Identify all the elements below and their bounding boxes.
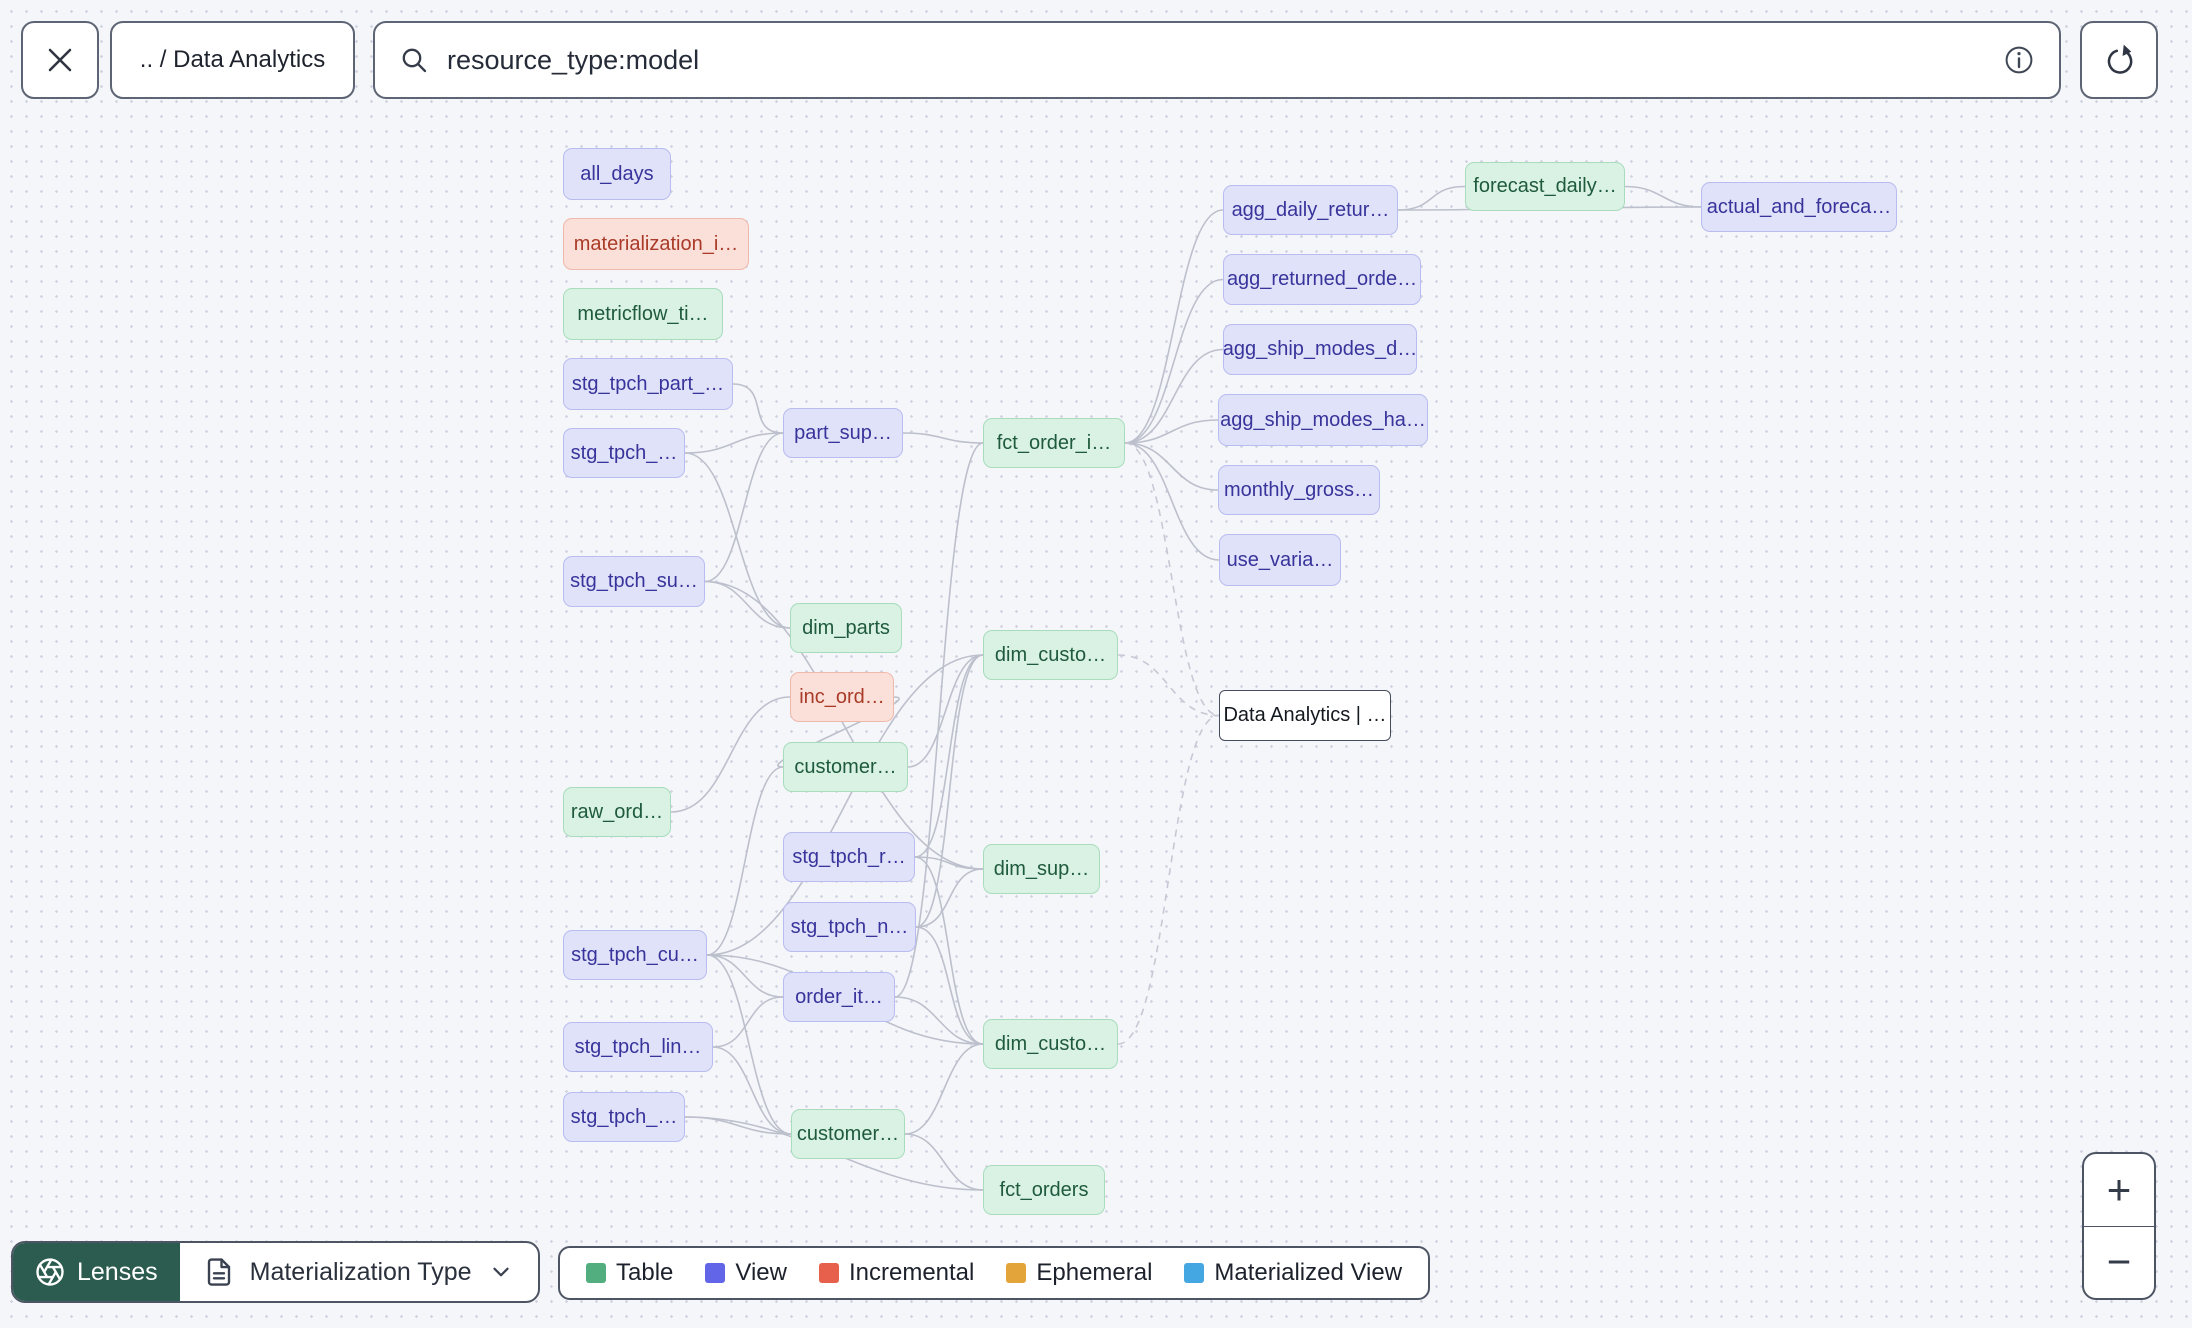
lenses-button[interactable]: Lenses: [13, 1243, 180, 1301]
legend-label: Materialized View: [1214, 1259, 1403, 1286]
legend-item-incremental: Incremental: [818, 1259, 975, 1287]
edge-stg_tpch_r-dim_custo_u: [914, 654, 984, 858]
legend-label: Table: [616, 1259, 674, 1286]
node-stg_tpch_lin[interactable]: stg_tpch_lin…: [563, 1022, 713, 1072]
edge-stg_tpch_n-dim_custo_u: [915, 654, 984, 928]
refresh-icon: [2100, 41, 2138, 79]
node-all_days[interactable]: all_days: [563, 148, 671, 200]
lens-selector[interactable]: Materialization Type: [180, 1243, 538, 1301]
node-metricflow_ti[interactable]: metricflow_ti…: [563, 288, 723, 340]
edge-dim_custo_l-data_analytics: [1117, 714, 1220, 1045]
edge-customer_l-dim_custo_l: [904, 1043, 984, 1135]
edge-stg_tpch_part-part_sup: [732, 383, 784, 434]
node-agg_returned_orde[interactable]: agg_returned_orde…: [1223, 254, 1421, 305]
legend-item-materialized-view: Materialized View: [1184, 1259, 1402, 1287]
node-materialization_i[interactable]: materialization_i…: [563, 218, 749, 270]
breadcrumb[interactable]: .. / Data Analytics: [110, 21, 355, 99]
edge-raw_ord-inc_ord: [670, 696, 791, 813]
edge-fct_order_i-agg_daily_retur: [1124, 209, 1224, 444]
edge-forecast_daily-actual_and_foreca: [1624, 185, 1702, 208]
materialization-legend: Table View Incremental Ephemeral Materialize…: [558, 1246, 1431, 1300]
node-stg_tpch_a[interactable]: stg_tpch_…: [563, 428, 685, 478]
legend-label: Ephemeral: [1036, 1259, 1153, 1286]
node-use_varia[interactable]: use_varia…: [1219, 534, 1341, 586]
node-stg_tpch_b[interactable]: stg_tpch_…: [563, 1092, 685, 1142]
breadcrumb-label: .. / Data Analytics: [139, 46, 326, 73]
node-forecast_daily[interactable]: forecast_daily…: [1465, 162, 1625, 211]
node-customer_l[interactable]: customer…: [791, 1109, 905, 1159]
node-fct_order_i[interactable]: fct_order_i…: [983, 418, 1125, 468]
node-dim_custo_u[interactable]: dim_custo…: [983, 630, 1118, 680]
search-input[interactable]: [447, 44, 1985, 76]
edge-customer_u-dim_custo_u: [907, 654, 984, 768]
legend-swatch: [586, 1263, 606, 1283]
node-dim_sup[interactable]: dim_sup…: [983, 844, 1100, 894]
node-customer_u[interactable]: customer…: [783, 742, 908, 792]
node-dim_custo_l[interactable]: dim_custo…: [983, 1019, 1118, 1069]
info-icon[interactable]: [2003, 44, 2035, 76]
node-stg_tpch_su[interactable]: stg_tpch_su…: [563, 556, 705, 607]
node-stg_tpch_r[interactable]: stg_tpch_r…: [783, 832, 915, 882]
edge-stg_tpch_a-part_sup: [684, 432, 784, 454]
lens-selector-label: Materialization Type: [249, 1257, 472, 1286]
node-fct_orders[interactable]: fct_orders: [983, 1165, 1105, 1215]
legend-item-table: Table: [586, 1259, 673, 1287]
edge-part_sup-fct_order_i: [902, 432, 984, 444]
edge-fct_order_i-agg_returned_orde: [1124, 278, 1224, 444]
close-icon: [45, 45, 75, 75]
edge-stg_tpch_r-dim_custo_l: [914, 856, 984, 1045]
lineage-canvas[interactable]: all_days materialization_i… metricflow_ti……: [0, 0, 2192, 1328]
legend-item-ephemeral: Ephemeral: [1006, 1259, 1152, 1287]
search-icon: [399, 45, 429, 75]
edge-stg_tpch_cu-customer_u: [706, 766, 784, 956]
legend-label: View: [735, 1259, 787, 1286]
node-part_sup[interactable]: part_sup…: [783, 408, 903, 458]
node-data_analytics[interactable]: Data Analytics | …: [1219, 690, 1391, 741]
legend-label: Incremental: [848, 1259, 975, 1286]
lenses-label: Lenses: [77, 1257, 158, 1286]
aperture-icon: [35, 1257, 65, 1287]
legend-swatch: [1184, 1263, 1205, 1283]
node-order_it[interactable]: order_it…: [783, 972, 895, 1022]
node-stg_tpch_part[interactable]: stg_tpch_part_…: [563, 358, 733, 410]
zoom-out-button[interactable]: −: [2084, 1225, 2154, 1299]
lenses-control: Lenses Materialization Type: [11, 1241, 540, 1303]
node-monthly_gross[interactable]: monthly_gross…: [1218, 465, 1380, 515]
document-icon: [204, 1257, 234, 1287]
zoom-in-button[interactable]: +: [2084, 1154, 2154, 1226]
close-button[interactable]: [21, 21, 99, 99]
chevron-down-icon: [488, 1259, 514, 1285]
node-agg_daily_retur[interactable]: agg_daily_retur…: [1223, 185, 1398, 235]
node-raw_ord[interactable]: raw_ord…: [563, 787, 671, 837]
edge-stg_tpch_n-dim_custo_l: [915, 926, 984, 1045]
node-agg_ship_modes_d[interactable]: agg_ship_modes_d…: [1223, 324, 1417, 375]
refresh-button[interactable]: [2080, 21, 2158, 99]
node-dim_parts[interactable]: dim_parts: [790, 603, 902, 653]
legend-swatch: [1006, 1263, 1027, 1283]
node-agg_ship_modes_ha[interactable]: agg_ship_modes_ha…: [1218, 394, 1428, 446]
edge-fct_order_i-use_varia: [1124, 442, 1220, 561]
edge-stg_tpch_cu-customer_l: [706, 954, 792, 1135]
legend-item-view: View: [705, 1259, 787, 1287]
node-stg_tpch_cu[interactable]: stg_tpch_cu…: [563, 930, 707, 980]
edge-stg_tpch_cu-order_it: [706, 954, 784, 998]
search-bar: [373, 21, 2061, 99]
node-inc_ord[interactable]: inc_ord…: [790, 672, 894, 722]
node-actual_and_foreca[interactable]: actual_and_foreca…: [1701, 182, 1897, 232]
node-stg_tpch_n[interactable]: stg_tpch_n…: [783, 902, 916, 952]
edge-fct_order_i-monthly_gross: [1124, 442, 1219, 491]
legend-swatch: [818, 1263, 839, 1283]
edge-fct_order_i-data_analytics: [1124, 442, 1220, 717]
edge-dim_custo_u-data_analytics: [1117, 654, 1220, 717]
zoom-controls: + −: [2082, 1152, 2156, 1300]
legend-swatch: [705, 1263, 726, 1283]
edge-agg_daily_retur-forecast_daily: [1397, 185, 1466, 211]
